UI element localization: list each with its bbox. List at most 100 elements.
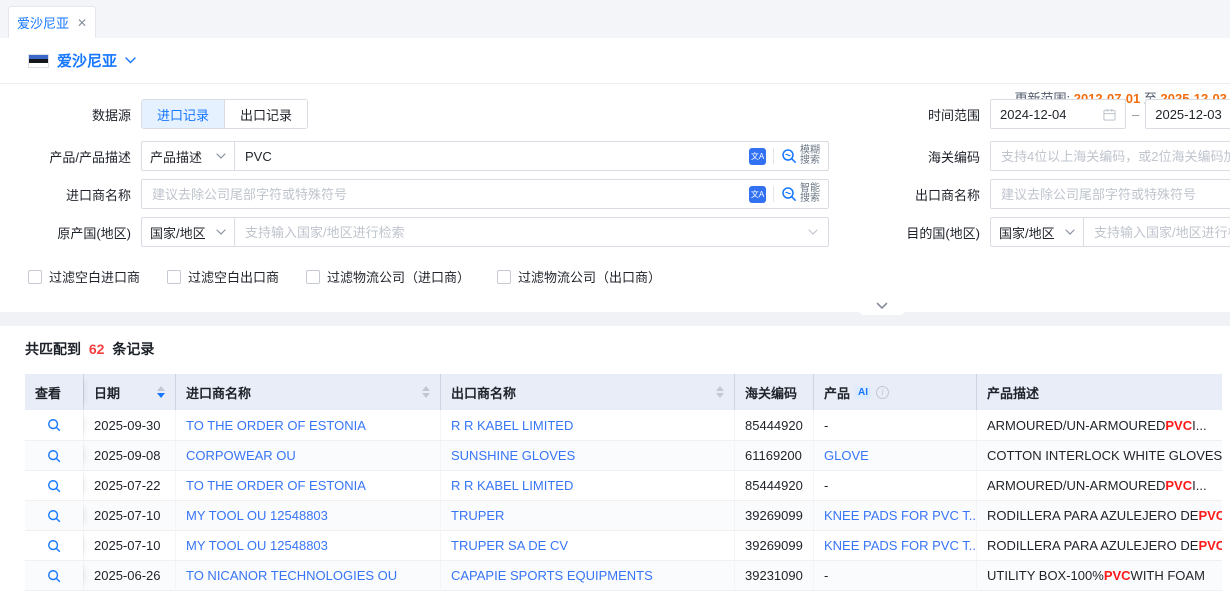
chevron-down-icon [1065, 229, 1075, 235]
row-destination: 目的国(地区) 国家/地区 [905, 217, 1230, 247]
exporter-link[interactable]: TRUPER SA DE CV [451, 538, 568, 553]
chevron-down-icon [876, 302, 888, 310]
checkbox-icon[interactable] [306, 270, 320, 284]
view-record-button[interactable] [47, 479, 61, 493]
match-count: 62 [89, 341, 105, 357]
cell-importer: TO NICANOR TECHNOLOGIES OU [175, 561, 440, 590]
col-header-description: 产品描述 [976, 374, 1222, 410]
view-record-button[interactable] [47, 509, 61, 523]
exporter-link[interactable]: R R KABEL LIMITED [451, 418, 573, 433]
sort-asc-icon[interactable] [157, 386, 165, 391]
view-record-button[interactable] [47, 418, 61, 432]
view-record-button[interactable] [47, 539, 61, 553]
checkbox-icon[interactable] [28, 270, 42, 284]
product-type-select[interactable]: 产品描述 [142, 142, 235, 170]
cell-date: 2025-07-10 [83, 501, 175, 530]
sort-desc-icon[interactable] [157, 393, 165, 398]
filter-checkbox-2[interactable]: 过滤物流公司（进口商） [306, 267, 470, 286]
destination-label: 目的国(地区) [905, 223, 990, 242]
importer-label: 进口商名称 [0, 185, 141, 204]
row-hscode: 海关编码 [905, 141, 1230, 171]
importer-link[interactable]: TO NICANOR TECHNOLOGIES OU [186, 568, 397, 583]
cell-product: KNEE PADS FOR PVC T... [813, 501, 976, 530]
destination-input[interactable] [1084, 218, 1230, 246]
row-datasource: 数据源 进口记录 出口记录 时间范围 2024-12-04 – 2025-12-… [0, 99, 1230, 129]
table-header: 查看日期进口商名称出口商名称海关编码产品AIi产品描述 [25, 374, 1222, 410]
importer-link[interactable]: TO THE ORDER OF ESTONIA [186, 478, 366, 493]
destination-country-select[interactable]: 国家/地区 [991, 218, 1084, 246]
checkbox-icon[interactable] [497, 270, 511, 284]
search-icon [781, 186, 797, 202]
hscode-group [990, 141, 1230, 171]
tab-close-icon[interactable]: ✕ [77, 16, 87, 30]
importer-link[interactable]: CORPOWEAR OU [186, 448, 296, 463]
view-record-button[interactable] [47, 569, 61, 583]
description-highlight: PVC [1104, 568, 1131, 583]
chevron-down-icon[interactable] [125, 57, 136, 64]
cell-product: KNEE PADS FOR PVC T... [813, 531, 976, 560]
sort-control[interactable] [416, 386, 430, 398]
toggle-import-records[interactable]: 进口记录 [142, 100, 224, 128]
tab-bar: 爱沙尼亚 ✕ [0, 0, 1230, 38]
sort-control[interactable] [151, 386, 165, 398]
checkbox-icon[interactable] [167, 270, 181, 284]
exporter-link[interactable]: CAPAPIE SPORTS EQUIPMENTS [451, 568, 653, 583]
exporter-link[interactable]: TRUPER [451, 508, 504, 523]
product-text: - [824, 568, 828, 583]
description-text: WITH FOAM [1131, 568, 1205, 583]
hscode-input[interactable] [991, 142, 1230, 170]
description-text: I... [1192, 418, 1206, 433]
description-text: ARMOURED/UN-ARMOURED [987, 418, 1165, 433]
importer-link[interactable]: MY TOOL OU 12548803 [186, 508, 328, 523]
destination-country-value: 国家/地区 [999, 223, 1055, 242]
description-text: RODILLERA PARA AZULEJERO DE [987, 508, 1198, 523]
exporter-input[interactable] [991, 180, 1230, 208]
table-row: 2025-06-26TO NICANOR TECHNOLOGIES OUCAPA… [25, 560, 1222, 590]
chevron-down-icon[interactable] [808, 229, 818, 235]
filter-checkbox-3[interactable]: 过滤物流公司（出口商） [497, 267, 661, 286]
view-record-button[interactable] [47, 449, 61, 463]
col-header-importer[interactable]: 进口商名称 [175, 374, 440, 410]
translate-icon[interactable]: 文A [749, 148, 766, 165]
product-link[interactable]: KNEE PADS FOR PVC T... [824, 508, 976, 523]
filter-checkbox-1[interactable]: 过滤空白出口商 [167, 267, 279, 286]
app-window: 爱沙尼亚 ✕ 爱沙尼亚 更新范围: 2012-07-01 至 2025-12-0… [0, 0, 1230, 594]
cell-importer: MY TOOL OU 12548803 [175, 501, 440, 530]
table-row: 2025-09-30TO THE ORDER OF ESTONIAR R KAB… [25, 410, 1222, 440]
importer-link[interactable]: TO THE ORDER OF ESTONIA [186, 418, 366, 433]
cell-date: 2025-07-10 [83, 531, 175, 560]
col-header-exporter[interactable]: 出口商名称 [440, 374, 734, 410]
product-link[interactable]: GLOVE [824, 448, 869, 463]
col-header-date[interactable]: 日期 [83, 374, 175, 410]
info-icon[interactable]: i [876, 386, 889, 399]
product-text: - [824, 418, 828, 433]
col-header-view: 查看 [25, 374, 83, 410]
cell-description: RODILLERA PARA AZULEJERO DE PVC [976, 531, 1222, 560]
translate-icon[interactable]: 文A [749, 186, 766, 203]
date-to-input[interactable]: 2025-12-03 [1145, 99, 1230, 129]
importer-input[interactable] [142, 180, 749, 208]
date-range-separator: – [1132, 107, 1139, 122]
sort-desc-icon[interactable] [422, 393, 430, 398]
cell-product: - [813, 561, 976, 590]
origin-input[interactable] [235, 218, 808, 246]
filter-checkbox-0[interactable]: 过滤空白进口商 [28, 267, 140, 286]
cell-description: RODILLERA PARA AZULEJERO DE PVC [976, 501, 1222, 530]
date-from-input[interactable]: 2024-12-04 [990, 99, 1126, 129]
fuzzy-search-button[interactable]: 模糊搜索 [781, 146, 828, 166]
smart-search-button[interactable]: 智能搜索 [781, 184, 828, 204]
product-input[interactable] [235, 142, 749, 170]
sort-asc-icon[interactable] [422, 386, 430, 391]
origin-country-select[interactable]: 国家/地区 [142, 218, 235, 246]
sort-asc-icon[interactable] [716, 386, 724, 391]
sort-control[interactable] [710, 386, 724, 398]
sort-desc-icon[interactable] [716, 393, 724, 398]
toggle-export-records[interactable]: 出口记录 [224, 100, 307, 128]
results-summary: 共匹配到 62 条记录 [25, 339, 1230, 359]
importer-link[interactable]: MY TOOL OU 12548803 [186, 538, 328, 553]
exporter-link[interactable]: R R KABEL LIMITED [451, 478, 573, 493]
exporter-link[interactable]: SUNSHINE GLOVES [451, 448, 575, 463]
product-link[interactable]: KNEE PADS FOR PVC T... [824, 538, 976, 553]
tab-estonia[interactable]: 爱沙尼亚 ✕ [8, 6, 96, 38]
col-header-hs_code: 海关编码 [734, 374, 813, 410]
